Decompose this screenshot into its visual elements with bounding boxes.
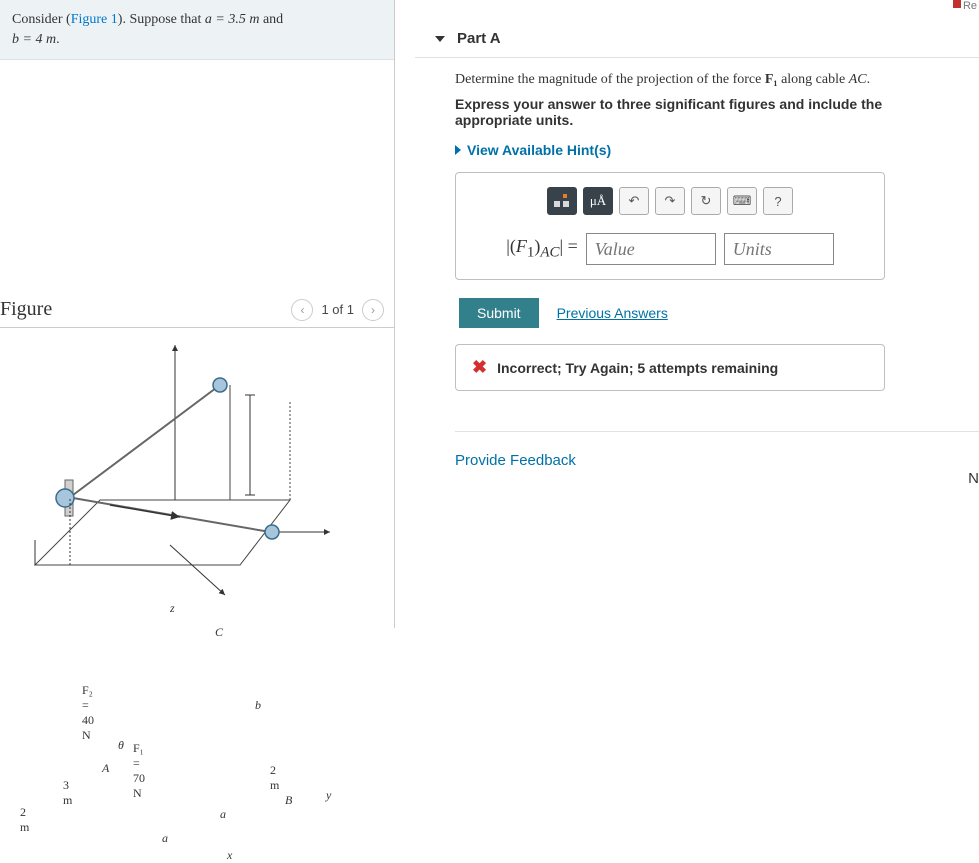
keyboard-button[interactable]: ⌨ [727,187,757,215]
figure-next-button[interactable]: › [362,299,384,321]
point-b-label: B [285,793,292,808]
axis-y-label: y [326,788,331,803]
template-icon [554,194,570,208]
figure-counter: 1 of 1 [321,302,354,317]
feedback-text: Incorrect; Try Again; 5 attempts remaini… [497,360,778,376]
undo-button[interactable]: ↶ [619,187,649,215]
submit-row: Submit Previous Answers [459,298,959,328]
axis-z-label: z [170,601,175,616]
instruction-text: Express your answer to three significant… [455,96,959,128]
diagram-svg [10,340,350,600]
q-pre: Determine the magnitude of the projectio… [455,72,765,87]
dim-2m-right: 2 m [270,763,279,793]
dim-3m: 3 m [63,778,72,808]
previous-answers-link[interactable]: Previous Answers [557,305,668,321]
dim-b-label: b [255,698,261,713]
figure-title: Figure [0,298,52,321]
q-cable: AC [849,72,867,87]
prompt-post: ). Suppose that [118,12,205,27]
prompt-b: b = 4 m [12,32,56,47]
q-mid: along cable [778,72,849,87]
prompt-a: a = 3.5 m [205,12,260,27]
dim-a2: a [162,831,168,846]
figure-nav: ‹ 1 of 1 › [291,299,384,321]
provide-feedback-link[interactable]: Provide Feedback [455,431,979,469]
point-a-label: A [102,761,109,776]
incorrect-icon: ✖ [472,357,487,378]
prompt-end: . [56,32,60,47]
reset-button[interactable]: ↻ [691,187,721,215]
problem-prompt: Consider (Figure 1). Suppose that a = 3.… [0,0,394,60]
force-f1-label: F₁ = 70 N [133,741,145,801]
hints-label: View Available Hint(s) [467,142,611,158]
template-button[interactable] [547,187,577,215]
point-c-label: C [215,625,223,640]
right-panel: Part A Determine the magnitude of the pr… [395,0,979,628]
part-title: Part A [457,30,501,47]
submit-button[interactable]: Submit [459,298,539,328]
figure-diagram: z C b F₂ = 40 N F₁ = 70 N θ A B y x 2 m … [10,340,350,600]
answer-box: μÅ ↶ ↷ ↻ ⌨ ? |(F1)AC| = [455,172,885,280]
prompt-pre: Consider ( [12,12,71,27]
question-text: Determine the magnitude of the projectio… [455,72,959,88]
redo-button[interactable]: ↷ [655,187,685,215]
help-button[interactable]: ? [763,187,793,215]
answer-toolbar: μÅ ↶ ↷ ↻ ⌨ ? [470,187,870,215]
q-force: F₁ [765,72,778,87]
figure-link[interactable]: Figure 1 [71,12,118,27]
theta-label: θ [118,738,124,753]
force-f2-label: F₂ = 40 N [82,683,94,743]
feedback-box: ✖ Incorrect; Try Again; 5 attempts remai… [455,344,885,391]
prompt-and: and [259,12,283,27]
q-end: . [867,72,871,87]
dim-a1: a [220,807,226,822]
axis-x-label: x [227,848,232,863]
value-input[interactable] [586,233,716,265]
figure-header: Figure ‹ 1 of 1 › [0,298,394,328]
equation-row: |(F1)AC| = [470,233,870,265]
dim-2m-left: 2 m [20,805,29,835]
figure-prev-button[interactable]: ‹ [291,299,313,321]
left-panel: Consider (Figure 1). Suppose that a = 3.… [0,0,395,628]
part-header[interactable]: Part A [415,0,979,58]
caret-right-icon [455,145,461,155]
symbols-button[interactable]: μÅ [583,187,613,215]
hints-toggle[interactable]: View Available Hint(s) [455,142,959,158]
caret-down-icon [435,36,445,42]
part-body: Determine the magnitude of the projectio… [415,58,979,469]
next-fragment: N [968,470,979,487]
units-input[interactable] [724,233,834,265]
equation-label: |(F1)AC| = [506,236,578,262]
